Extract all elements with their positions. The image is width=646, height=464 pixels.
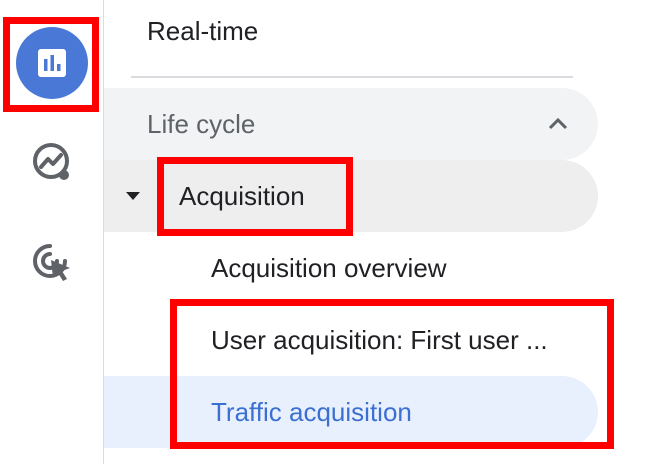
left-icon-rail bbox=[0, 0, 104, 464]
advertising-target-icon bbox=[33, 244, 70, 281]
report-navigation-panel: Real-time Life cycle Acquisition Acquisi… bbox=[104, 0, 646, 464]
explore-insights-icon bbox=[33, 143, 69, 180]
bar-chart-icon bbox=[38, 49, 66, 77]
section-label: Life cycle bbox=[147, 108, 256, 139]
nav-item-label: Acquisition overview bbox=[211, 252, 447, 283]
nav-item-user-acquisition[interactable]: User acquisition: First user ... bbox=[211, 304, 598, 376]
nav-item-label: User acquisition: First user ... bbox=[211, 324, 548, 355]
reports-nav-button[interactable] bbox=[16, 27, 88, 99]
group-label: Acquisition bbox=[179, 180, 305, 211]
nav-item-acquisition-overview[interactable]: Acquisition overview bbox=[211, 232, 598, 304]
nav-divider bbox=[131, 76, 573, 78]
nav-item-label: Real-time bbox=[147, 15, 259, 46]
nav-item-realtime[interactable]: Real-time bbox=[147, 0, 258, 62]
caret-down-icon bbox=[126, 192, 140, 200]
advertising-nav-button[interactable] bbox=[16, 226, 88, 298]
explore-nav-button[interactable] bbox=[16, 126, 88, 198]
section-life-cycle[interactable]: Life cycle bbox=[104, 88, 598, 160]
nav-item-traffic-acquisition[interactable]: Traffic acquisition bbox=[104, 376, 598, 448]
group-acquisition[interactable]: Acquisition bbox=[104, 160, 598, 232]
chevron-up-icon bbox=[548, 117, 568, 130]
app-page: Real-time Life cycle Acquisition Acquisi… bbox=[0, 0, 646, 464]
nav-item-label: Traffic acquisition bbox=[211, 396, 412, 427]
